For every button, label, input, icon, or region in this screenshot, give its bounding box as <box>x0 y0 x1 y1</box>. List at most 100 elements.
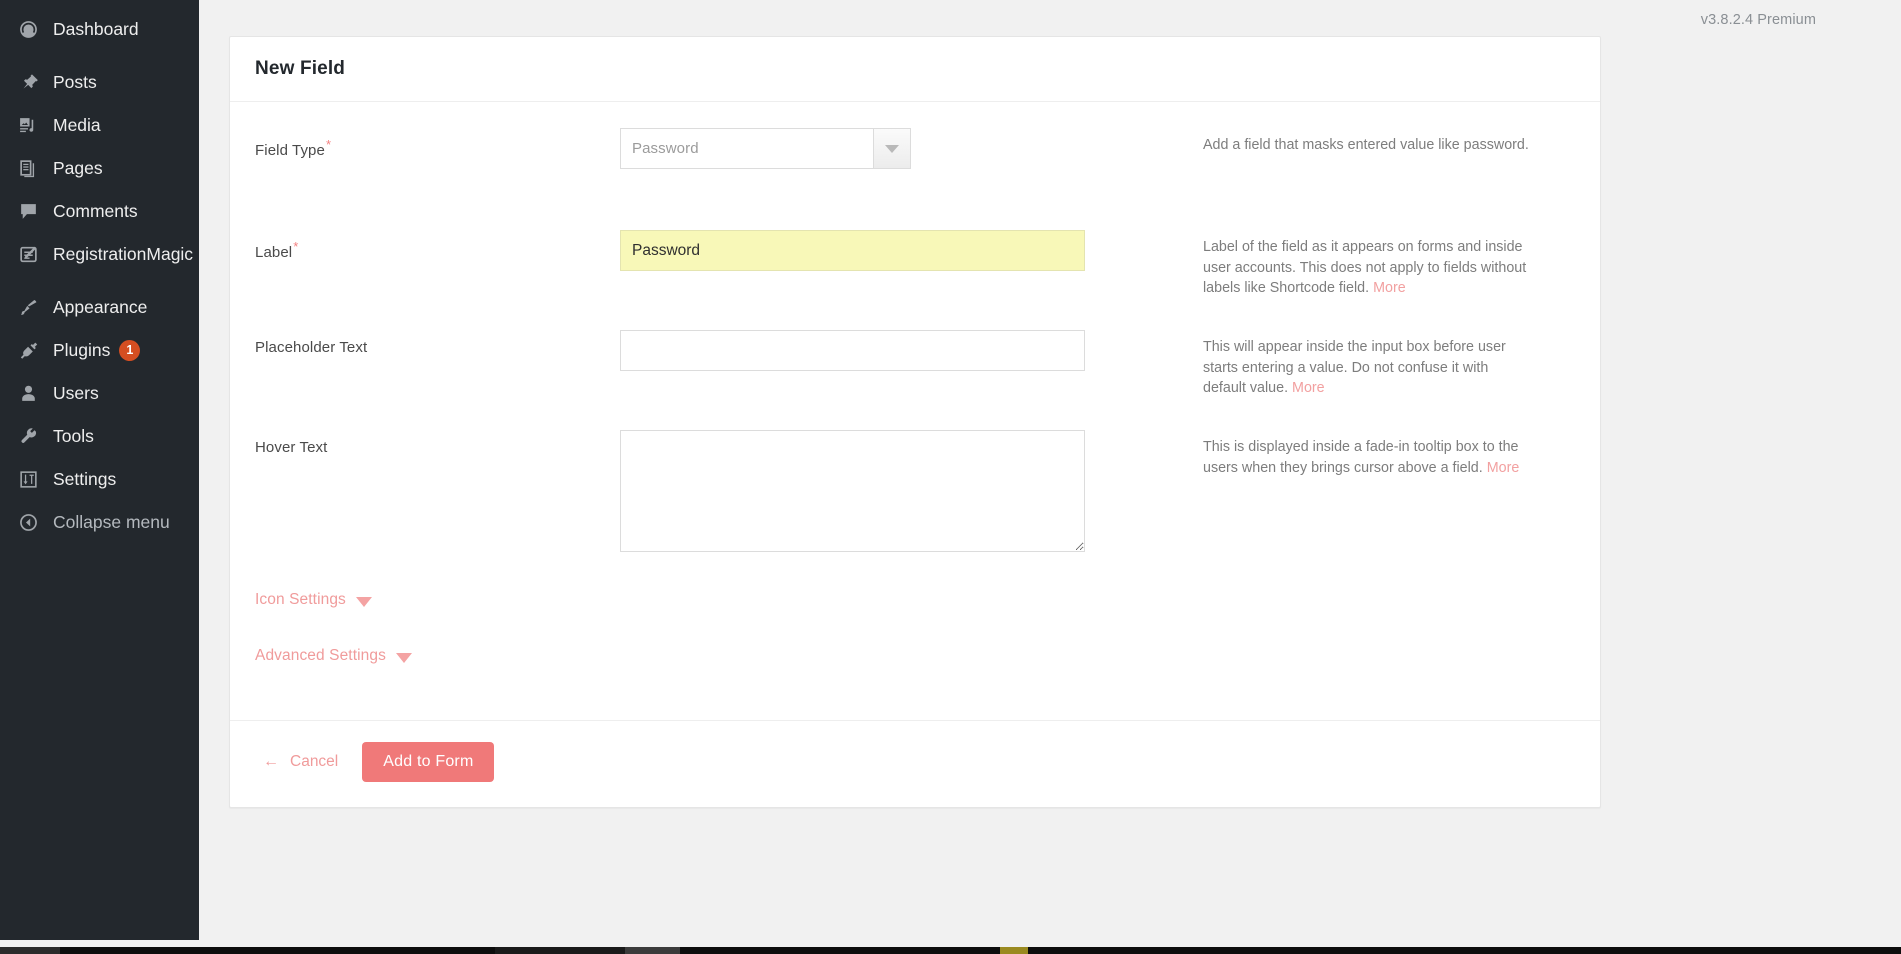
sidebar-item-media[interactable]: Media <box>0 104 199 147</box>
field-type-help-text: Add a field that masks entered value lik… <box>1090 128 1535 156</box>
sidebar-item-label: RegistrationMagic <box>53 243 194 264</box>
version-label: v3.8.2.4 Premium <box>1700 12 1816 28</box>
collapse-arrow-icon <box>14 512 42 534</box>
hover-text-help-text: This is displayed inside a fade-in toolt… <box>1090 430 1535 478</box>
form-row-field-type: Field Type* Password Add a field that ma… <box>255 102 1575 206</box>
add-to-form-button[interactable]: Add to Form <box>362 742 495 782</box>
label-field-label: Label* <box>255 230 620 261</box>
admin-sidebar: Dashboard Posts Media Pages Comments Reg… <box>0 0 199 940</box>
form-row-label: Label* Label of the field as it appears … <box>255 206 1575 306</box>
icon-settings-toggle[interactable]: Icon Settings <box>255 572 372 628</box>
media-icon <box>14 115 42 137</box>
more-link[interactable]: More <box>1292 380 1325 396</box>
chevron-down-icon <box>355 596 372 607</box>
sidebar-item-label: Dashboard <box>53 18 139 39</box>
taskbar-edge <box>0 947 1901 954</box>
label-field-control <box>620 230 1090 271</box>
user-icon <box>14 383 42 405</box>
settings-toggles: Icon Settings Advanced Settings <box>255 552 1575 720</box>
label-input[interactable] <box>620 230 1085 271</box>
label-field-label-text: Label <box>255 244 293 261</box>
sidebar-item-comments[interactable]: Comments <box>0 190 199 233</box>
label-help-text: Label of the field as it appears on form… <box>1090 230 1535 299</box>
sidebar-item-label: Plugins <box>53 339 111 360</box>
sidebar-item-settings[interactable]: Settings <box>0 458 199 501</box>
field-type-control: Password <box>620 128 1090 169</box>
card-footer: ← Cancel Add to Form <box>230 720 1600 807</box>
sidebar-item-label: Settings <box>53 468 117 489</box>
chevron-down-icon <box>885 144 899 153</box>
dashboard-icon <box>14 19 42 41</box>
sidebar-item-label: Posts <box>53 71 97 92</box>
hover-text-label: Hover Text <box>255 430 620 456</box>
registrationmagic-icon <box>14 244 42 266</box>
taskbar-segment <box>495 947 625 954</box>
card-header: New Field <box>230 37 1600 102</box>
chevron-down-icon <box>395 652 412 663</box>
sidebar-item-dashboard[interactable]: Dashboard <box>0 8 199 51</box>
sidebar-separator <box>0 51 199 61</box>
paintbrush-icon <box>14 297 42 319</box>
field-type-select[interactable]: Password <box>620 128 911 169</box>
placeholder-text-label: Placeholder Text <box>255 330 620 356</box>
hover-text-textarea[interactable] <box>620 430 1085 552</box>
required-asterisk: * <box>325 137 332 152</box>
required-asterisk: * <box>293 239 299 254</box>
card-body: Field Type* Password Add a field that ma… <box>230 102 1600 720</box>
taskbar-segment <box>625 947 680 954</box>
more-link[interactable]: More <box>1373 280 1406 296</box>
sidebar-item-registrationmagic[interactable]: RegistrationMagic <box>0 233 199 276</box>
hover-text-control <box>620 430 1090 552</box>
more-link[interactable]: More <box>1487 460 1520 476</box>
taskbar-segment <box>0 947 60 954</box>
sidebar-item-label: Media <box>53 114 101 135</box>
sidebar-item-label: Users <box>53 382 99 403</box>
plugins-update-badge: 1 <box>119 340 141 361</box>
form-row-placeholder-text: Placeholder Text This will appear inside… <box>255 306 1575 406</box>
field-type-selected-value[interactable]: Password <box>621 129 873 168</box>
form-row-hover-text: Hover Text This is displayed inside a fa… <box>255 406 1575 552</box>
sidebar-item-tools[interactable]: Tools <box>0 415 199 458</box>
sidebar-item-users[interactable]: Users <box>0 372 199 415</box>
field-type-label-text: Field Type <box>255 142 325 159</box>
help-text: This is displayed inside a fade-in toolt… <box>1203 439 1519 476</box>
sidebar-item-label: Appearance <box>53 296 148 317</box>
advanced-settings-toggle[interactable]: Advanced Settings <box>255 628 412 684</box>
sidebar-item-label: Comments <box>53 200 138 221</box>
help-text: Label of the field as it appears on form… <box>1203 239 1527 297</box>
taskbar-segment <box>1000 947 1028 954</box>
sidebar-item-appearance[interactable]: Appearance <box>0 286 199 329</box>
placeholder-text-input[interactable] <box>620 330 1085 371</box>
content-area: v3.8.2.4 Premium New Field Field Type* P… <box>199 0 1901 954</box>
hover-text-label-text: Hover Text <box>255 439 328 456</box>
pages-icon <box>14 158 42 180</box>
advanced-settings-label: Advanced Settings <box>255 647 386 664</box>
icon-settings-label: Icon Settings <box>255 591 346 608</box>
placeholder-text-label-text: Placeholder Text <box>255 339 368 356</box>
sidebar-item-plugins[interactable]: Plugins 1 <box>0 329 199 372</box>
plug-icon <box>14 340 42 362</box>
placeholder-text-help-text: This will appear inside the input box be… <box>1090 330 1535 399</box>
pin-icon <box>14 72 42 94</box>
comment-icon <box>14 201 42 223</box>
cancel-button[interactable]: ← Cancel <box>255 747 346 777</box>
cancel-label: Cancel <box>290 752 339 770</box>
placeholder-text-control <box>620 330 1090 371</box>
wp-admin-screen: Dashboard Posts Media Pages Comments Reg… <box>0 0 1901 954</box>
sidebar-item-posts[interactable]: Posts <box>0 61 199 104</box>
sidebar-item-collapse-menu[interactable]: Collapse menu <box>0 501 199 544</box>
window-bottom-strip <box>0 940 1901 947</box>
sidebar-item-label: Tools <box>53 425 94 446</box>
back-arrow-icon: ← <box>263 752 279 770</box>
field-type-label: Field Type* <box>255 128 620 159</box>
sidebar-item-label: Pages <box>53 157 103 178</box>
wrench-icon <box>14 426 42 448</box>
settings-sliders-icon <box>14 469 42 491</box>
help-text: Add a field that masks entered value lik… <box>1203 137 1529 153</box>
page-title: New Field <box>255 58 346 79</box>
sidebar-item-pages[interactable]: Pages <box>0 147 199 190</box>
sidebar-separator <box>0 276 199 286</box>
field-type-dropdown-button[interactable] <box>873 129 910 168</box>
help-text: This will appear inside the input box be… <box>1203 339 1506 397</box>
sidebar-item-label: Collapse menu <box>53 511 170 532</box>
